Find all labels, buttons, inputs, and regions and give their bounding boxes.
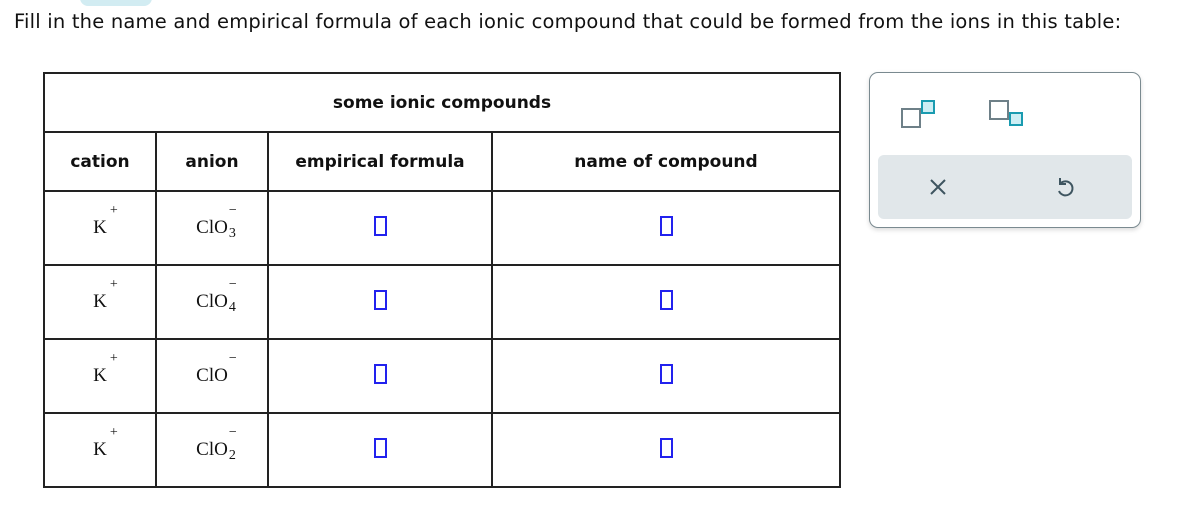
ionic-compounds-table: some ionic compounds cation anion empiri… xyxy=(43,72,841,488)
empirical-formula-input[interactable] xyxy=(373,364,387,384)
empirical-formula-cell xyxy=(267,264,493,340)
subscript-template-icon[interactable] xyxy=(988,99,1024,133)
header-name-of-compound: name of compound xyxy=(491,131,841,192)
clear-button[interactable] xyxy=(908,155,968,219)
anion-formula: ClO −4 xyxy=(196,277,237,315)
undo-icon xyxy=(1058,178,1074,197)
table-row: K + ClO − xyxy=(43,338,841,414)
undo-button[interactable] xyxy=(1035,155,1095,219)
cation-cell: K + xyxy=(43,338,157,414)
header-empirical-formula: empirical formula xyxy=(267,131,493,192)
compound-name-cell xyxy=(491,264,841,340)
empirical-formula-cell xyxy=(267,338,493,414)
compound-name-input[interactable] xyxy=(659,290,673,310)
empirical-formula-cell xyxy=(267,412,493,488)
top-tab-indicator xyxy=(80,0,152,6)
question-prompt: Fill in the name and empirical formula o… xyxy=(14,10,1122,33)
cation-formula: K + xyxy=(93,203,118,238)
anion-cell: ClO −3 xyxy=(155,190,269,266)
header-cation: cation xyxy=(43,131,157,192)
answer-tool-panel xyxy=(869,72,1141,228)
cation-formula: K + xyxy=(93,277,118,312)
anion-cell: ClO − xyxy=(155,338,269,414)
clear-icon xyxy=(930,179,946,195)
header-anion: anion xyxy=(155,131,269,192)
cation-cell: K + xyxy=(43,264,157,340)
compound-name-input[interactable] xyxy=(659,438,673,458)
compound-name-cell xyxy=(491,338,841,414)
table-row: K + ClO −2 xyxy=(43,412,841,488)
empirical-formula-input[interactable] xyxy=(373,438,387,458)
table-row: K + ClO −3 xyxy=(43,190,841,266)
cation-formula: K + xyxy=(93,425,118,460)
compound-name-cell xyxy=(491,412,841,488)
anion-cell: ClO −4 xyxy=(155,264,269,340)
compound-name-input[interactable] xyxy=(659,364,673,384)
cation-formula: K + xyxy=(93,351,118,386)
compound-name-input[interactable] xyxy=(659,216,673,236)
empirical-formula-input[interactable] xyxy=(373,290,387,310)
anion-cell: ClO −2 xyxy=(155,412,269,488)
empirical-formula-input[interactable] xyxy=(373,216,387,236)
empirical-formula-cell xyxy=(267,190,493,266)
compound-name-cell xyxy=(491,190,841,266)
anion-formula: ClO −3 xyxy=(196,203,237,241)
anion-formula: ClO −2 xyxy=(196,425,237,463)
cation-cell: K + xyxy=(43,190,157,266)
anion-formula: ClO − xyxy=(196,351,237,386)
superscript-template-icon[interactable] xyxy=(900,99,936,133)
cation-cell: K + xyxy=(43,412,157,488)
action-bar xyxy=(878,155,1132,219)
table-row: K + ClO −4 xyxy=(43,264,841,340)
table-title: some ionic compounds xyxy=(43,72,841,133)
